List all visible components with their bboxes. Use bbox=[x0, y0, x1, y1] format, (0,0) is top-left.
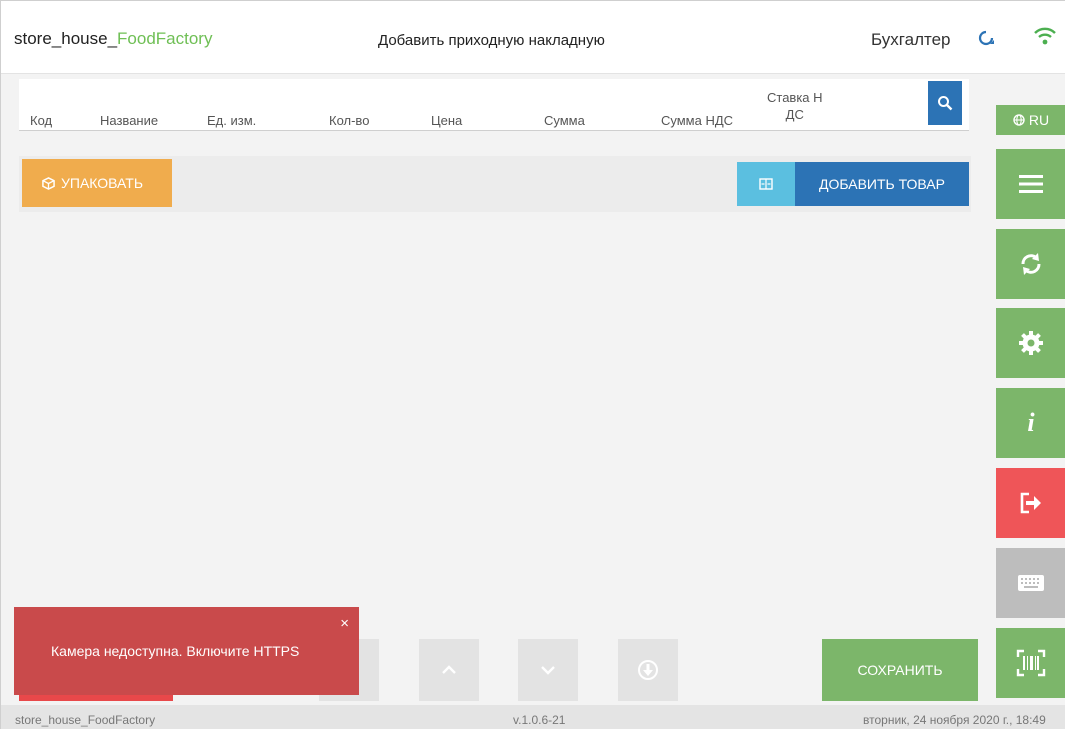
info-icon: i bbox=[1027, 409, 1035, 437]
pack-button[interactable]: УПАКОВАТЬ bbox=[22, 159, 172, 207]
keyboard-icon bbox=[1018, 575, 1044, 591]
error-toast: Камера недоступна. Включите HTTPS × bbox=[14, 607, 359, 695]
logout-button[interactable] bbox=[996, 468, 1065, 538]
status-version: v.1.0.6-21 bbox=[513, 713, 566, 727]
sync-button[interactable] bbox=[996, 229, 1065, 299]
svg-text:i: i bbox=[1027, 409, 1035, 437]
info-button[interactable]: i bbox=[996, 388, 1065, 458]
column-header-vat-sum[interactable]: Сумма НДС bbox=[661, 113, 733, 128]
toast-close-button[interactable]: × bbox=[340, 615, 349, 632]
app-title-prefix: store_house_ bbox=[14, 29, 118, 48]
column-header-sum[interactable]: Сумма bbox=[544, 113, 585, 128]
logout-icon bbox=[1020, 492, 1041, 514]
top-bar: store_house_FoodFactory Добавить приходн… bbox=[1, 1, 1065, 74]
column-header-unit[interactable]: Ед. изм. bbox=[207, 113, 256, 128]
box-icon bbox=[42, 176, 55, 190]
menu-button[interactable] bbox=[996, 149, 1065, 219]
app-title: store_house_FoodFactory bbox=[14, 29, 212, 49]
search-icon bbox=[938, 96, 953, 111]
column-header-vat-rate[interactable]: Ставка Н ДС bbox=[767, 89, 823, 123]
status-bar: store_house_FoodFactory v.1.0.6-21 вторн… bbox=[1, 705, 1065, 729]
settings-button[interactable] bbox=[996, 308, 1065, 378]
pack-button-label: УПАКОВАТЬ bbox=[61, 175, 144, 191]
barcode-scan-button[interactable] bbox=[996, 628, 1065, 698]
chevron-up-icon bbox=[442, 665, 456, 674]
column-header-name[interactable]: Название bbox=[100, 113, 158, 128]
column-header-price[interactable]: Цена bbox=[431, 113, 462, 128]
search-button[interactable] bbox=[928, 81, 962, 125]
app-title-accent: FoodFactory bbox=[117, 29, 213, 48]
status-datetime: вторник, 24 ноября 2020 г., 18:49 bbox=[863, 713, 1046, 727]
chevron-down-icon bbox=[541, 666, 555, 675]
save-button[interactable]: СОХРАНИТЬ bbox=[822, 639, 978, 701]
refresh-icon[interactable] bbox=[976, 28, 996, 48]
wifi-icon bbox=[1034, 27, 1056, 45]
sync-icon bbox=[1021, 253, 1041, 275]
status-app-name: store_house_FoodFactory bbox=[15, 713, 156, 727]
keyboard-button[interactable] bbox=[996, 548, 1065, 618]
circle-arrow-down-icon bbox=[638, 660, 658, 680]
scroll-down-button[interactable] bbox=[618, 639, 678, 701]
column-header-vat-rate-line2: ДС bbox=[785, 107, 804, 122]
column-header-code[interactable]: Код bbox=[30, 113, 52, 128]
toast-message: Камера недоступна. Включите HTTPS bbox=[51, 643, 300, 659]
hamburger-icon bbox=[1019, 175, 1043, 193]
table-toolbar: УПАКОВАТЬ ДОБАВИТЬ ТОВАР bbox=[19, 156, 971, 212]
column-header-vat-rate-line1: Ставка Н bbox=[767, 90, 823, 105]
barcode-icon bbox=[1016, 649, 1046, 677]
column-header-qty[interactable]: Кол-во bbox=[329, 113, 369, 128]
gear-icon bbox=[1019, 331, 1043, 355]
page-title: Добавить приходную накладную bbox=[378, 32, 605, 49]
columns-icon bbox=[759, 178, 773, 190]
move-up-button[interactable] bbox=[419, 639, 479, 701]
user-role: Бухгалтер bbox=[871, 30, 951, 49]
move-down-button[interactable] bbox=[518, 639, 578, 701]
add-item-button[interactable]: ДОБАВИТЬ ТОВАР bbox=[795, 162, 969, 206]
table-header: Код Название Ед. изм. Кол-во Цена Сумма … bbox=[19, 79, 969, 131]
app-window: store_house_FoodFactory Добавить приходн… bbox=[0, 0, 1065, 729]
language-label: RU bbox=[1028, 112, 1050, 128]
language-button[interactable]: RU bbox=[996, 105, 1065, 135]
fit-columns-button[interactable] bbox=[737, 162, 795, 206]
globe-icon bbox=[1013, 114, 1025, 126]
